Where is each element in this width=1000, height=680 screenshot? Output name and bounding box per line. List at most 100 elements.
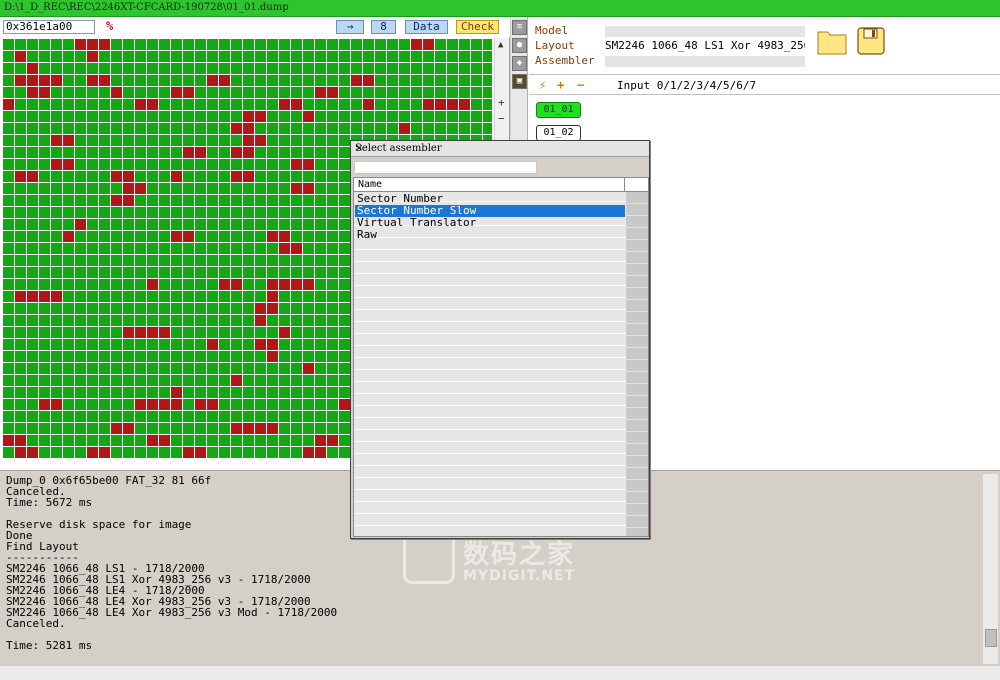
bad-sector-cell[interactable] <box>147 279 158 290</box>
goto-arrow-button[interactable]: → <box>336 20 364 34</box>
assembler-filter-input[interactable] <box>354 161 537 174</box>
wand-icon[interactable]: ⚡ <box>539 78 546 92</box>
assembler-list[interactable]: Name Sector Number Sector Number Slow Virt… <box>353 177 649 537</box>
bad-sector-cell[interactable] <box>267 303 278 314</box>
input-chip-01-01[interactable]: 01_01 <box>536 102 581 118</box>
bad-sector-cell[interactable] <box>123 195 134 206</box>
map-minus-icon[interactable]: − <box>498 112 505 125</box>
bad-sector-cell[interactable] <box>99 447 110 458</box>
bad-sector-cell[interactable] <box>27 63 38 74</box>
log-scroll-thumb[interactable] <box>985 629 997 647</box>
map-plus-icon[interactable]: + <box>498 96 505 109</box>
bad-sector-cell[interactable] <box>135 99 146 110</box>
bad-sector-cell[interactable] <box>147 99 158 110</box>
bad-sector-cell[interactable] <box>159 435 170 446</box>
bad-sector-cell[interactable] <box>411 39 422 50</box>
bad-sector-cell[interactable] <box>219 75 230 86</box>
marker-icon[interactable]: ◆ <box>512 56 527 71</box>
bad-sector-cell[interactable] <box>459 99 470 110</box>
bad-sector-cell[interactable] <box>231 375 242 386</box>
log-vertical-scrollbar[interactable] <box>982 474 998 664</box>
bad-sector-cell[interactable] <box>135 399 146 410</box>
bad-sector-cell[interactable] <box>15 291 26 302</box>
bad-sector-cell[interactable] <box>87 75 98 86</box>
bad-sector-cell[interactable] <box>183 87 194 98</box>
input-chip-01-02[interactable]: 01_02 <box>536 125 581 141</box>
bad-sector-cell[interactable] <box>147 435 158 446</box>
bad-sector-cell[interactable] <box>75 219 86 230</box>
bad-sector-cell[interactable] <box>303 159 314 170</box>
bad-sector-cell[interactable] <box>303 111 314 122</box>
bad-sector-cell[interactable] <box>399 123 410 134</box>
bad-sector-cell[interactable] <box>63 159 74 170</box>
bad-sector-cell[interactable] <box>267 423 278 434</box>
bad-sector-cell[interactable] <box>255 315 266 326</box>
percent-icon[interactable]: % <box>106 19 113 33</box>
bad-sector-cell[interactable] <box>291 99 302 110</box>
bad-sector-cell[interactable] <box>123 183 134 194</box>
bad-sector-cell[interactable] <box>27 75 38 86</box>
bad-sector-cell[interactable] <box>51 159 62 170</box>
bad-sector-cell[interactable] <box>147 399 158 410</box>
bad-sector-cell[interactable] <box>279 99 290 110</box>
bad-sector-cell[interactable] <box>111 195 122 206</box>
bad-sector-cell[interactable] <box>255 303 266 314</box>
count-button[interactable]: 8 <box>371 20 396 34</box>
model-value[interactable] <box>605 26 805 37</box>
bad-sector-cell[interactable] <box>183 447 194 458</box>
bad-sector-cell[interactable] <box>303 447 314 458</box>
bad-sector-cell[interactable] <box>27 447 38 458</box>
bad-sector-cell[interactable] <box>231 279 242 290</box>
pin-icon[interactable]: ● <box>512 38 527 53</box>
column-divider[interactable] <box>624 178 625 191</box>
layout-value[interactable]: SM2246 1066_48 LS1 Xor 4983_256 v3 <box>605 39 805 52</box>
bad-sector-cell[interactable] <box>279 327 290 338</box>
bad-sector-cell[interactable] <box>423 39 434 50</box>
bad-sector-cell[interactable] <box>39 399 50 410</box>
bad-sector-cell[interactable] <box>207 399 218 410</box>
bad-sector-cell[interactable] <box>3 99 14 110</box>
assembler-list-item[interactable]: Virtual Translator <box>355 217 625 229</box>
bad-sector-cell[interactable] <box>99 75 110 86</box>
bad-sector-cell[interactable] <box>219 279 230 290</box>
bad-sector-cell[interactable] <box>195 447 206 458</box>
bad-sector-cell[interactable] <box>243 423 254 434</box>
bad-sector-cell[interactable] <box>3 435 14 446</box>
bad-sector-cell[interactable] <box>171 171 182 182</box>
bad-sector-cell[interactable] <box>123 171 134 182</box>
close-icon[interactable]: × <box>355 143 645 154</box>
bad-sector-cell[interactable] <box>267 231 278 242</box>
bad-sector-cell[interactable] <box>15 171 26 182</box>
data-button[interactable]: Data <box>405 20 448 34</box>
assembler-tool-icon[interactable]: ▣ <box>512 74 527 89</box>
bad-sector-cell[interactable] <box>171 231 182 242</box>
bad-sector-cell[interactable] <box>75 39 86 50</box>
bad-sector-cell[interactable] <box>15 435 26 446</box>
bad-sector-cell[interactable] <box>87 51 98 62</box>
assembler-value[interactable] <box>605 56 805 67</box>
bad-sector-cell[interactable] <box>243 171 254 182</box>
bad-sector-cell[interactable] <box>51 291 62 302</box>
bad-sector-cell[interactable] <box>63 135 74 146</box>
bad-sector-cell[interactable] <box>267 279 278 290</box>
bad-sector-cell[interactable] <box>291 243 302 254</box>
bad-sector-cell[interactable] <box>195 399 206 410</box>
bad-sector-cell[interactable] <box>279 243 290 254</box>
check-button[interactable]: Check <box>456 20 499 34</box>
bad-sector-cell[interactable] <box>147 327 158 338</box>
bad-sector-cell[interactable] <box>447 99 458 110</box>
bad-sector-cell[interactable] <box>63 231 74 242</box>
bad-sector-cell[interactable] <box>279 279 290 290</box>
bad-sector-cell[interactable] <box>99 39 110 50</box>
bad-sector-cell[interactable] <box>111 171 122 182</box>
bad-sector-cell[interactable] <box>315 435 326 446</box>
bad-sector-cell[interactable] <box>255 135 266 146</box>
add-icon[interactable]: + <box>557 78 564 92</box>
bad-sector-cell[interactable] <box>87 39 98 50</box>
bad-sector-cell[interactable] <box>183 147 194 158</box>
bad-sector-cell[interactable] <box>27 87 38 98</box>
bad-sector-cell[interactable] <box>39 291 50 302</box>
bad-sector-cell[interactable] <box>27 171 38 182</box>
remove-icon[interactable]: − <box>577 78 584 92</box>
bad-sector-cell[interactable] <box>15 447 26 458</box>
